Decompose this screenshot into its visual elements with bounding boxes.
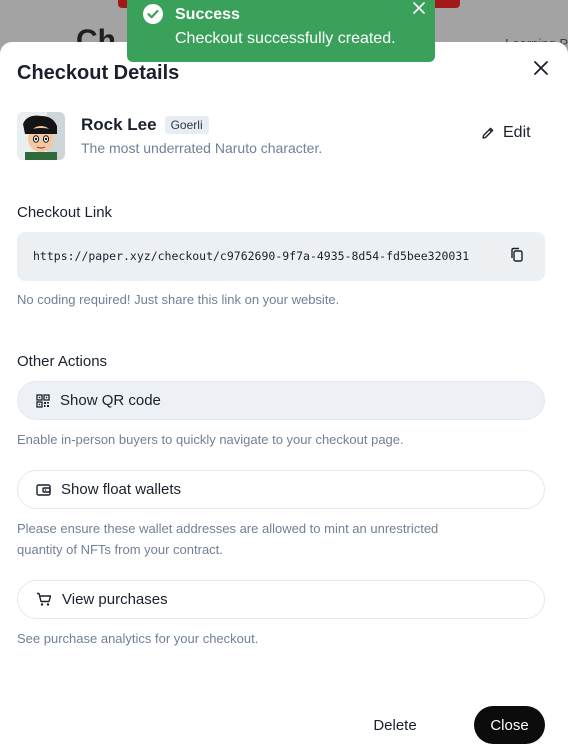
edit-label: Edit	[503, 124, 531, 141]
float-wallets-help-line-1: Please ensure these wallet addresses are…	[17, 521, 439, 536]
show-qr-code-label: Show QR code	[60, 392, 161, 409]
toast-message: Checkout successfully created.	[175, 30, 396, 47]
view-purchases-label: View purchases	[62, 591, 168, 608]
success-toast: Success Checkout successfully created.	[127, 0, 435, 62]
float-wallets-help-line-2: quantity of NFTs from your contract.	[17, 542, 223, 557]
close-icon	[413, 2, 425, 14]
qr-code-help: Enable in-person buyers to quickly navig…	[17, 432, 404, 447]
checkout-details-modal: Checkout Details Rock Lee Goerli The mos…	[0, 42, 568, 750]
checkout-link-help: No coding required! Just share this link…	[17, 292, 340, 307]
close-button[interactable]: Close	[474, 706, 545, 744]
toast-close-button[interactable]	[411, 0, 427, 16]
modal-title: Checkout Details	[17, 62, 180, 84]
toast-title: Success	[175, 6, 240, 23]
shopping-cart-icon	[37, 592, 52, 606]
product-avatar	[17, 112, 65, 160]
copy-icon	[511, 247, 523, 262]
product-profile: Rock Lee Goerli The most underrated Naru…	[17, 112, 551, 162]
purchases-help: See purchase analytics for your checkout…	[17, 631, 259, 646]
copy-link-button[interactable]	[508, 246, 526, 264]
pencil-icon	[482, 127, 494, 139]
delete-button[interactable]: Delete	[352, 706, 438, 744]
close-modal-button[interactable]	[531, 58, 551, 78]
product-name: Rock Lee	[81, 115, 157, 134]
show-float-wallets-label: Show float wallets	[61, 481, 182, 498]
close-icon	[534, 61, 548, 75]
check-circle-icon	[143, 4, 163, 24]
product-description: The most underrated Naruto character.	[81, 140, 323, 156]
view-purchases-button[interactable]: View purchases	[17, 580, 545, 619]
checkout-link-url[interactable]: https://paper.xyz/checkout/c9762690-9f7a…	[33, 249, 469, 263]
wallet-icon	[36, 483, 51, 496]
other-actions-label: Other Actions	[17, 353, 108, 370]
network-badge: Goerli	[164, 116, 209, 134]
checkout-link-label: Checkout Link	[17, 204, 113, 221]
show-float-wallets-button[interactable]: Show float wallets	[17, 470, 545, 509]
checkout-link-box: https://paper.xyz/checkout/c9762690-9f7a…	[17, 232, 545, 281]
show-qr-code-button[interactable]: Show QR code	[17, 381, 545, 420]
edit-button[interactable]: Edit	[481, 124, 531, 142]
name-row: Rock Lee Goerli	[81, 115, 209, 135]
qr-code-icon	[36, 393, 50, 408]
